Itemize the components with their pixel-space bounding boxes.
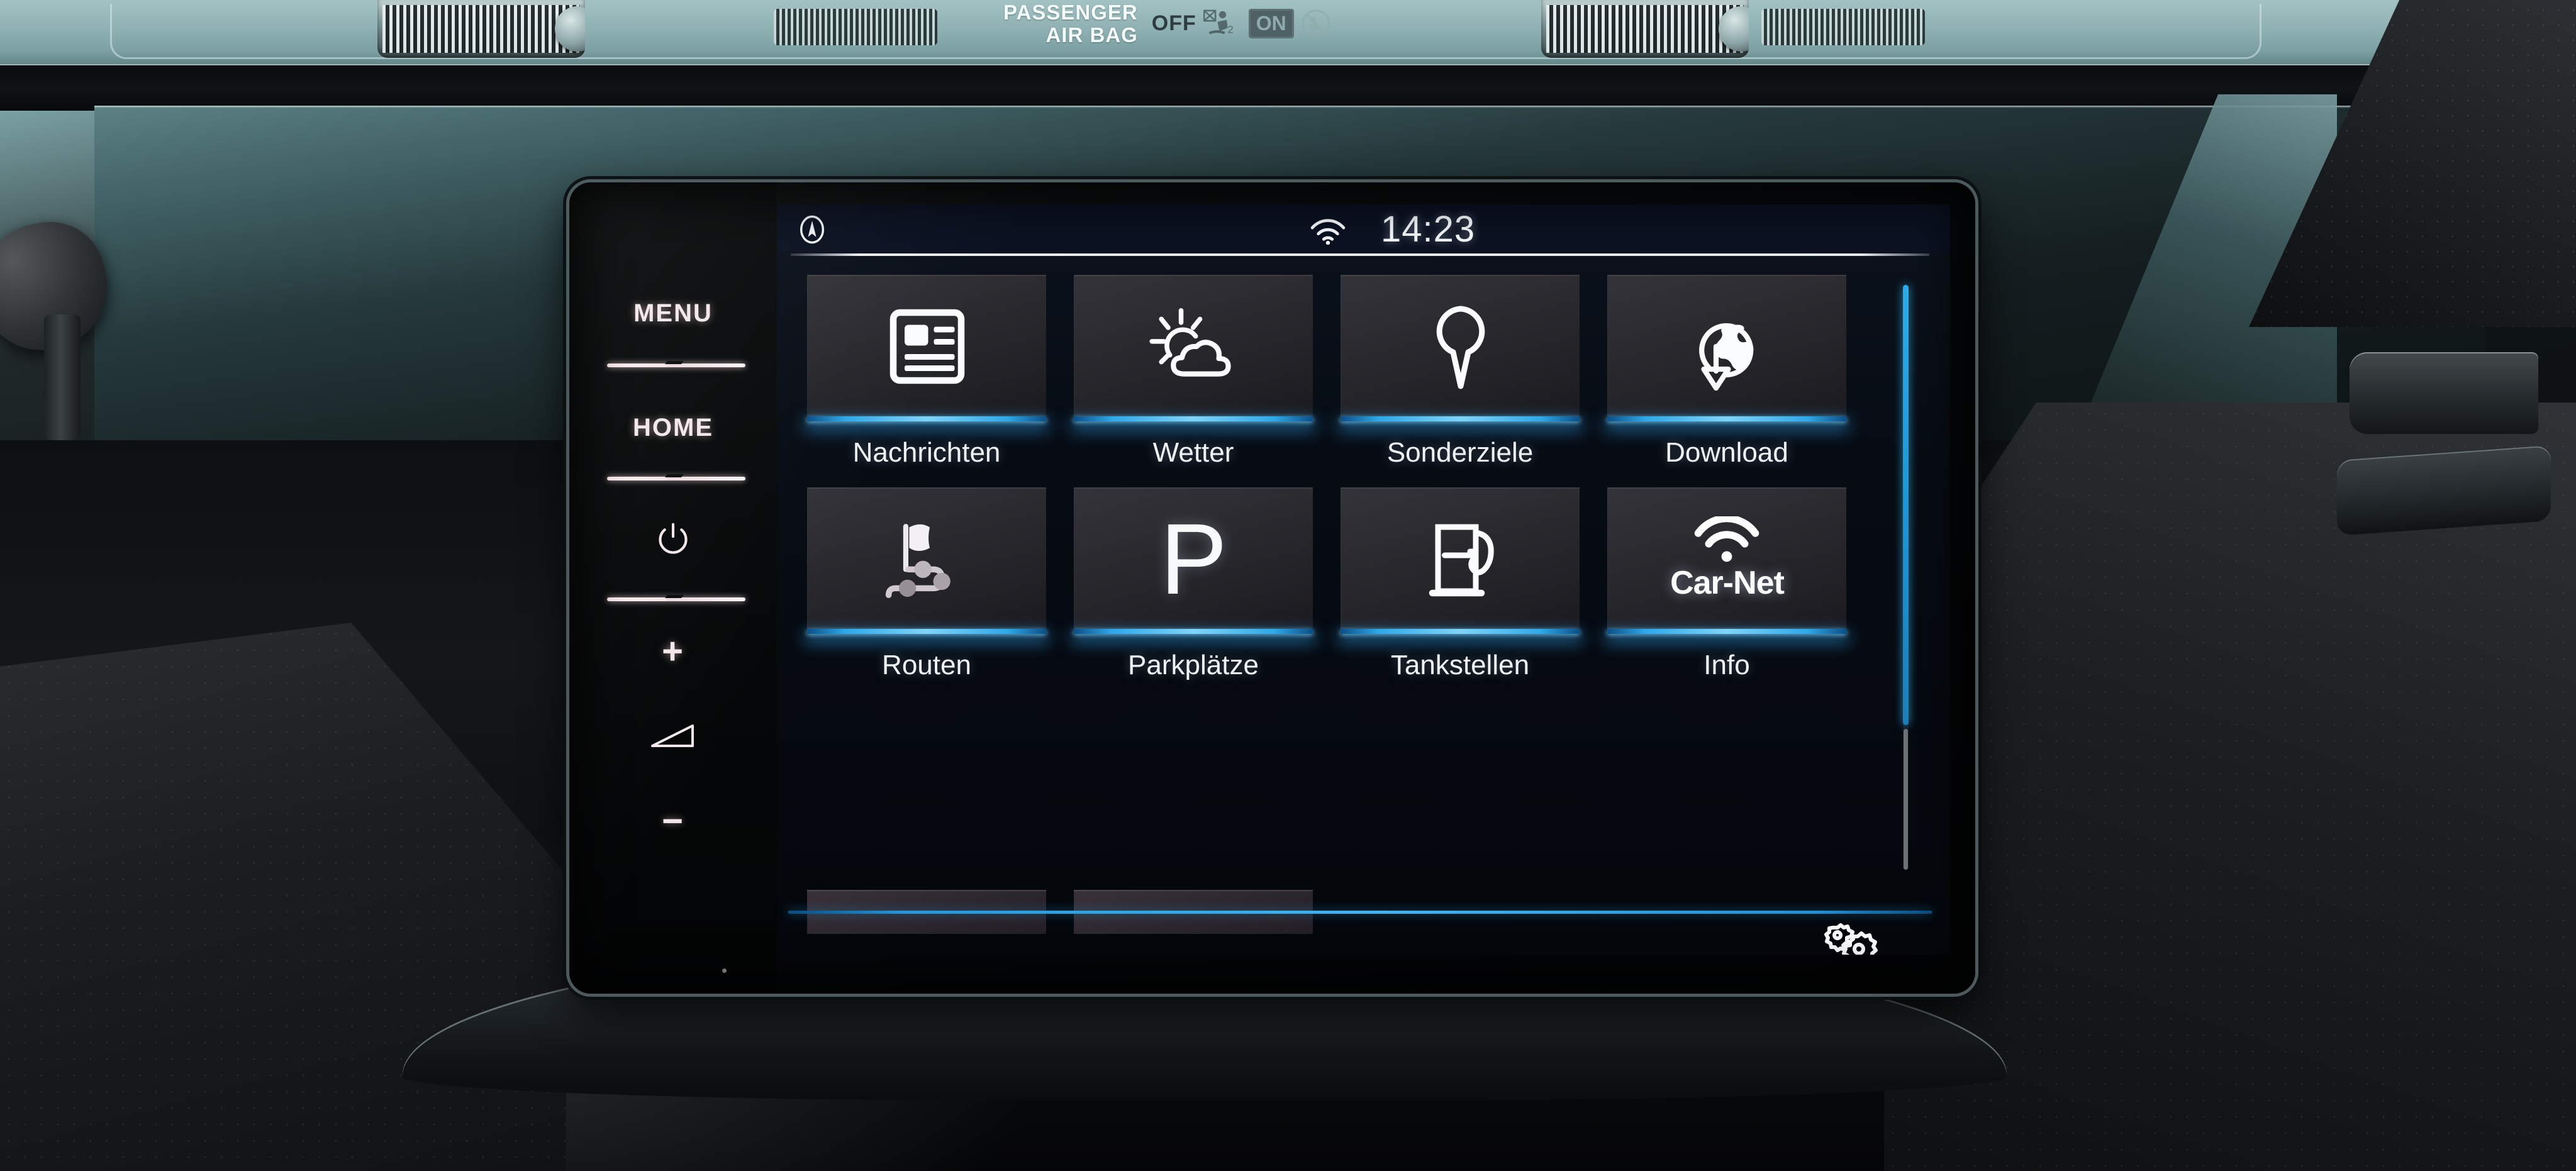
tile-wetter[interactable]: Wetter — [1074, 275, 1313, 468]
home-key[interactable]: HOME — [569, 409, 777, 447]
console-indicator-dot — [722, 968, 727, 973]
key-divider-1 — [607, 364, 745, 367]
map-pin-icon — [1436, 306, 1485, 389]
volume-up-label: + — [662, 630, 684, 672]
tile-accent-glow — [1341, 629, 1580, 634]
double-gear-icon[interactable] — [1822, 921, 1880, 955]
car-net-wordmark: Car-Net — [1670, 564, 1785, 601]
vertical-scrollbar[interactable] — [1903, 285, 1909, 870]
tile-label: Info — [1703, 650, 1750, 680]
airbag-disabled-icon — [1302, 9, 1330, 38]
bottom-separator — [788, 911, 1932, 914]
status-bar: 14:23 — [777, 204, 1950, 253]
volume-down-key[interactable]: − — [569, 799, 777, 843]
tile-accent-glow — [807, 629, 1046, 634]
tile-accent-glow — [1607, 629, 1846, 634]
svg-text:2: 2 — [1227, 24, 1233, 35]
car-interior-scene: PASSENGER AIR BAG OFF 2 ON MENU HOME + −… — [0, 0, 2576, 1171]
scrollbar-remainder — [1904, 729, 1908, 870]
tile-tankstellen[interactable]: Tankstellen — [1341, 487, 1580, 680]
volume-level-indicator — [569, 714, 777, 758]
tile-label: Wetter — [1152, 437, 1234, 468]
menu-key-label: MENU — [633, 299, 713, 327]
dash-shadow-band — [0, 65, 2576, 111]
tile-accent-glow — [807, 416, 1046, 421]
tile-label: Routen — [882, 650, 971, 680]
tile-accent-glow — [1341, 416, 1580, 421]
menu-key[interactable]: MENU — [569, 294, 777, 332]
tile-accent-glow — [1607, 416, 1846, 421]
fuel-pump-icon — [1429, 524, 1494, 596]
tile-label: Sonderziele — [1386, 437, 1534, 468]
tile-face[interactable] — [807, 487, 1046, 629]
hardware-key-column: MENU HOME + − — [569, 182, 777, 994]
airbag-off-icon: 2 — [1203, 9, 1233, 35]
airbag-title-line1: PASSENGER — [1003, 1, 1138, 24]
car-net-branding: Car-Net — [1670, 516, 1785, 602]
tile-face[interactable]: Car-Net — [1607, 487, 1846, 629]
tile-accent-glow — [1074, 416, 1313, 421]
right-trim-piece-upper — [2350, 352, 2538, 434]
tile-label: Nachrichten — [852, 437, 1001, 468]
vent-grille-left — [774, 9, 937, 45]
car-net-wifi-icon — [1695, 516, 1759, 562]
tile-face[interactable] — [1341, 487, 1580, 629]
gear-selector-stalk — [44, 314, 81, 440]
airbag-on-group: ON — [1248, 8, 1332, 40]
tile-face[interactable]: P — [1074, 487, 1313, 629]
parking-p-glyph: P — [1160, 502, 1227, 615]
airbag-title-line2: AIR BAG — [1045, 23, 1138, 47]
tile-routen[interactable]: Routen — [807, 487, 1046, 680]
sun-behind-cloud-icon — [1149, 308, 1231, 377]
key-divider-2 — [607, 477, 745, 480]
air-vent-left[interactable] — [377, 0, 585, 58]
tile-label: Download — [1665, 437, 1788, 468]
airbag-on-label: ON — [1248, 9, 1294, 39]
airbag-off-group: OFF 2 — [1152, 8, 1235, 40]
tile-accent-glow — [1074, 629, 1313, 634]
volume-up-key[interactable]: + — [569, 629, 777, 673]
power-key[interactable] — [569, 514, 777, 565]
power-icon — [659, 523, 688, 554]
tile-face[interactable] — [1074, 275, 1313, 416]
passenger-airbag-indicator: PASSENGER AIR BAG OFF 2 ON — [1003, 1, 1332, 46]
route-flag-icon — [885, 523, 951, 598]
tile-face[interactable] — [807, 275, 1046, 416]
touchscreen-display[interactable]: 14:23 Nachrichten Wetter Sonderziele Dow… — [777, 204, 1950, 955]
tile-nachrichten[interactable]: Nachrichten — [807, 275, 1046, 468]
airbag-title: PASSENGER AIR BAG — [1003, 1, 1138, 46]
tile-face[interactable] — [1341, 275, 1580, 416]
tile-label: Tankstellen — [1390, 650, 1530, 680]
compass-icon[interactable] — [796, 213, 828, 246]
vent-grille-right — [1761, 9, 1925, 45]
vent-slats — [1546, 5, 1744, 53]
tile-download[interactable]: Download — [1607, 275, 1846, 468]
tile-parkplaetze[interactable]: P Parkplätze — [1074, 487, 1313, 680]
tile-label: Parkplätze — [1128, 650, 1259, 680]
volume-down-label: − — [662, 800, 684, 841]
status-bar-divider — [791, 253, 1929, 256]
scrollbar-thumb[interactable] — [1903, 285, 1909, 725]
air-vent-right[interactable] — [1541, 0, 1749, 58]
tile-face[interactable] — [1607, 275, 1846, 416]
airbag-off-label: OFF — [1151, 11, 1196, 36]
tile-info-carnet[interactable]: Car-Net Info — [1607, 487, 1846, 680]
app-tile-grid: Nachrichten Wetter Sonderziele Download … — [807, 275, 1876, 891]
vent-slats — [382, 5, 580, 53]
volume-wedge-icon — [651, 724, 694, 747]
news-article-icon — [889, 309, 964, 384]
tile-sonderziele[interactable]: Sonderziele — [1341, 275, 1580, 468]
wifi-icon[interactable] — [1308, 217, 1347, 245]
home-key-label: HOME — [633, 413, 713, 441]
right-trim-piece-lower — [2337, 445, 2551, 536]
globe-download-icon — [1698, 323, 1753, 391]
infotainment-head-unit[interactable]: MENU HOME + − 14:23 Nachrichten Wetter S… — [569, 182, 1975, 994]
key-divider-3 — [607, 597, 745, 601]
clock: 14:23 — [1381, 209, 1476, 250]
